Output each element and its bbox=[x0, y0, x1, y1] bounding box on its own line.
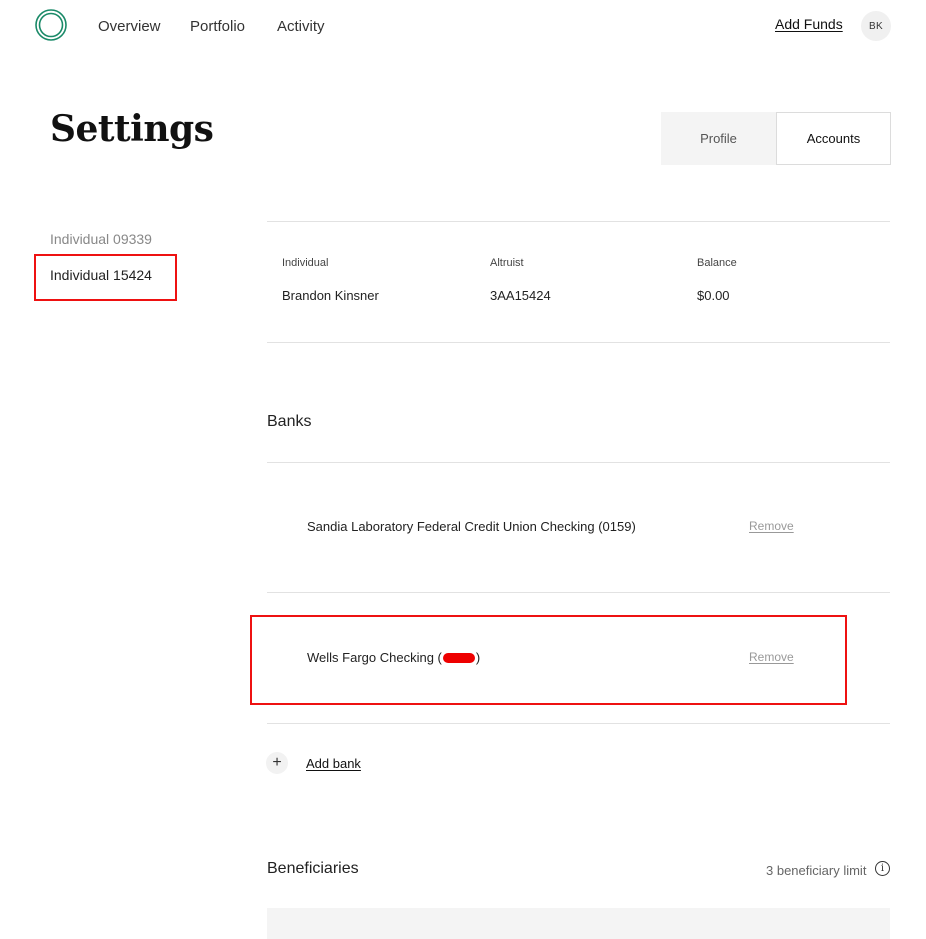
bank-name-prefix: Wells Fargo Checking ( bbox=[307, 650, 442, 665]
divider bbox=[267, 592, 890, 593]
avatar[interactable]: BK bbox=[861, 11, 891, 41]
plus-icon[interactable]: + bbox=[266, 752, 288, 774]
sidebar-item-individual-15424[interactable]: Individual 15424 bbox=[50, 267, 152, 283]
bank-item-wells-fargo: Wells Fargo Checking () bbox=[307, 650, 480, 665]
add-funds-link[interactable]: Add Funds bbox=[775, 16, 843, 32]
sidebar-item-individual-09339[interactable]: Individual 09339 bbox=[50, 231, 152, 247]
settings-tabs: Profile Accounts bbox=[661, 112, 891, 165]
info-icon[interactable]: i bbox=[875, 861, 890, 876]
account-provider-label: Altruist bbox=[490, 257, 524, 269]
logo-icon[interactable] bbox=[35, 9, 67, 41]
divider bbox=[267, 723, 890, 724]
nav-activity[interactable]: Activity bbox=[277, 18, 325, 35]
bank-item-sandia: Sandia Laboratory Federal Credit Union C… bbox=[307, 519, 636, 534]
account-balance-value: $0.00 bbox=[697, 288, 730, 303]
account-owner-value: Brandon Kinsner bbox=[282, 288, 379, 303]
tab-profile[interactable]: Profile bbox=[661, 112, 776, 165]
redaction-mark bbox=[442, 653, 475, 663]
add-bank-link[interactable]: Add bank bbox=[306, 756, 361, 771]
beneficiaries-section-title: Beneficiaries bbox=[267, 860, 359, 877]
remove-bank-sandia-button[interactable]: Remove bbox=[749, 519, 794, 533]
beneficiary-limit-text: 3 beneficiary limit bbox=[766, 863, 867, 878]
account-balance-label: Balance bbox=[697, 257, 737, 269]
divider bbox=[267, 462, 890, 463]
beneficiaries-panel bbox=[267, 908, 890, 939]
nav-portfolio[interactable]: Portfolio bbox=[190, 18, 245, 35]
account-number-value: 3AA15424 bbox=[490, 288, 551, 303]
divider bbox=[267, 221, 890, 222]
account-type-label: Individual bbox=[282, 257, 329, 269]
bank-name-suffix: ) bbox=[475, 650, 481, 665]
page-title: Settings bbox=[50, 108, 214, 150]
tab-accounts[interactable]: Accounts bbox=[776, 112, 891, 165]
remove-bank-wells-fargo-button[interactable]: Remove bbox=[749, 650, 794, 664]
banks-section-title: Banks bbox=[267, 413, 312, 430]
nav-overview[interactable]: Overview bbox=[98, 18, 161, 35]
divider bbox=[267, 342, 890, 343]
